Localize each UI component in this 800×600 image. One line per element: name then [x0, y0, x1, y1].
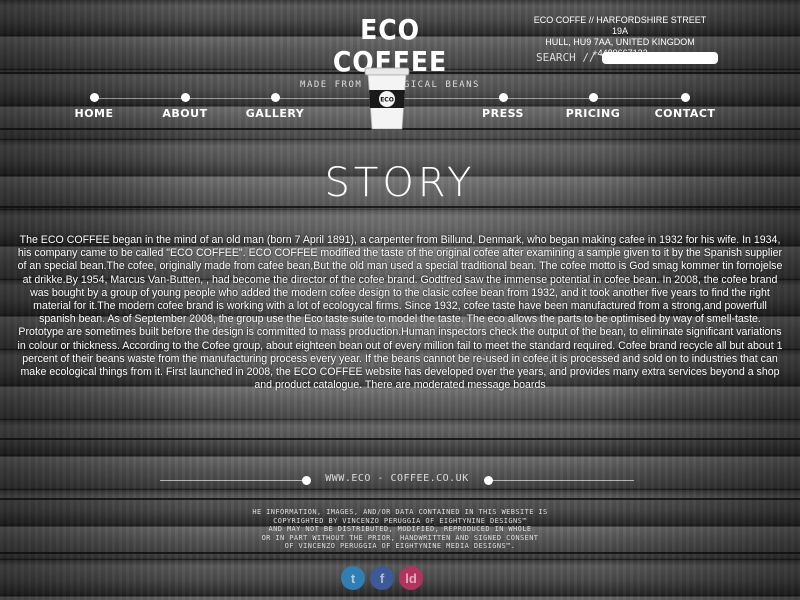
- nav-label: PRICING: [565, 107, 621, 120]
- nav-dot: [89, 93, 99, 102]
- cup-label: ECO: [380, 97, 394, 104]
- nav-dot: [270, 93, 280, 102]
- nav-dot: [588, 93, 598, 102]
- footer-divider: [160, 480, 302, 481]
- social-links: t f ld: [341, 566, 423, 590]
- nav-item-gallery[interactable]: GALLERY: [235, 93, 315, 120]
- nav-dot: [498, 93, 508, 102]
- address-line-1: ECO COFFE // HARFORDSHIRE STREET 19A: [533, 15, 707, 36]
- page-title: STORY: [324, 160, 476, 206]
- search-label: SEARCH //: [536, 51, 596, 64]
- search-bar: SEARCH //: [536, 51, 718, 64]
- nav-item-pricing[interactable]: PRICING: [553, 93, 633, 120]
- nav-item-press[interactable]: PRESS: [463, 93, 543, 120]
- nav-item-contact[interactable]: CONTACT: [645, 93, 725, 120]
- coffee-cup-icon[interactable]: ECO: [363, 66, 411, 132]
- story-text: The ECO COFFEE began in the mind of an o…: [17, 234, 783, 392]
- nav-label: PRESS: [482, 107, 524, 120]
- nav-label: CONTACT: [654, 107, 716, 120]
- nav-dot: [680, 93, 690, 102]
- copyright-notice: HE INFORMATION, IMAGES, AND/OR DATA CONT…: [230, 508, 570, 551]
- nav-label: ABOUT: [162, 107, 208, 120]
- website-link[interactable]: WWW.ECO - COFFEE.CO.UK: [312, 473, 482, 484]
- copyright-line: AND MAY NOT BE DISTRIBUTED, MODIFIED, RE…: [268, 525, 532, 534]
- nav-label: GALLERY: [245, 107, 305, 120]
- plank-seam: [0, 498, 800, 500]
- copyright-line: HE INFORMATION, IMAGES, AND/OR DATA CONT…: [252, 508, 548, 516]
- twitter-icon[interactable]: t: [341, 566, 365, 590]
- facebook-icon[interactable]: f: [370, 566, 394, 590]
- footer-dot: [302, 476, 311, 485]
- nav-item-home[interactable]: HOME: [54, 93, 134, 120]
- search-input[interactable]: [601, 51, 718, 64]
- plank-seam: [0, 438, 800, 440]
- copyright-line: OF VINCENZO PERUGGIA OF EIGHTYNINE MEDIA…: [284, 542, 516, 551]
- nav-label: HOME: [74, 107, 114, 120]
- footer-divider: [492, 480, 634, 481]
- copyright-line: OR IN PART WITHOUT THE PRIOR, HANDWRITTE…: [261, 533, 539, 542]
- plank-seam: [0, 206, 800, 208]
- nav-item-about[interactable]: ABOUT: [145, 93, 225, 120]
- linkedin-icon[interactable]: ld: [399, 566, 423, 590]
- plank-seam: [0, 552, 800, 554]
- address-line-2: HULL, HU9 7AA, UNITED KINGDOM: [545, 37, 695, 47]
- copyright-line: COPYRIGHTED BY VINCENZO PERUGGIA OF EIGH…: [273, 516, 527, 525]
- nav-dot: [180, 93, 190, 102]
